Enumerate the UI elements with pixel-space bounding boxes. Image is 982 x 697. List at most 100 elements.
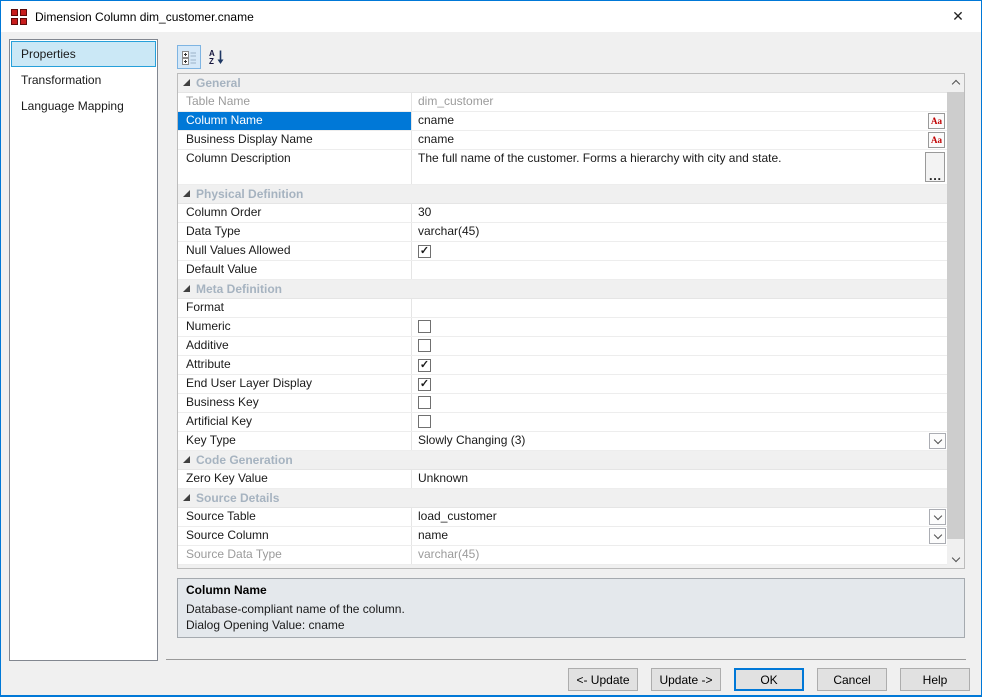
property-label: Numeric: [178, 318, 412, 336]
checkbox-end-user-layer-display[interactable]: ✓: [418, 378, 431, 391]
chevron-down-icon: [951, 554, 959, 562]
sidebar-item-transformation[interactable]: Transformation: [11, 67, 156, 93]
chevron-up-icon: [951, 80, 959, 88]
close-icon[interactable]: ✕: [935, 1, 981, 32]
property-value[interactable]: name: [412, 527, 947, 545]
property-row-column-order[interactable]: Column Order30: [178, 204, 947, 223]
grid-toolbar: A Z: [177, 45, 229, 69]
ok-button[interactable]: OK: [734, 668, 804, 691]
section-header-general[interactable]: General: [178, 74, 947, 93]
dropdown-button-key-type[interactable]: [929, 433, 946, 449]
property-row-column-name[interactable]: Column NamecnameAa: [178, 112, 947, 131]
property-value[interactable]: varchar(45): [412, 546, 947, 564]
update-next-button[interactable]: Update ->: [651, 668, 721, 691]
property-label: Column Name: [178, 112, 412, 130]
property-value: [412, 318, 947, 336]
property-label: Source Column: [178, 527, 412, 545]
property-row-end-user-layer-display[interactable]: End User Layer Display✓: [178, 375, 947, 394]
help-line: Database-compliant name of the column.: [186, 601, 956, 617]
property-grid: General Table Namedim_customerColumn Name…: [177, 73, 965, 569]
property-value-text: cname: [418, 132, 454, 146]
property-value: ✓: [412, 375, 947, 393]
property-value-text: The full name of the customer. Forms a h…: [418, 151, 782, 165]
checkbox-null-values-allowed[interactable]: ✓: [418, 245, 431, 258]
property-row-null-values-allowed[interactable]: Null Values Allowed✓: [178, 242, 947, 261]
property-value-text: Unknown: [418, 471, 468, 485]
property-row-source-table[interactable]: Source Tableload_customer: [178, 508, 947, 527]
property-label: Attribute: [178, 356, 412, 374]
cancel-button[interactable]: Cancel: [817, 668, 887, 691]
case-sensitivity-button[interactable]: Aa: [928, 132, 945, 148]
scroll-down-button[interactable]: [947, 551, 964, 568]
update-previous-button[interactable]: <- Update: [568, 668, 638, 691]
checkbox-numeric[interactable]: [418, 320, 431, 333]
app-icon: [11, 9, 27, 25]
property-value[interactable]: 30: [412, 204, 947, 222]
section-header-source-details[interactable]: Source Details: [178, 489, 947, 508]
property-value[interactable]: cnameAa: [412, 112, 947, 130]
property-value[interactable]: dim_customer: [412, 93, 947, 111]
help-button[interactable]: Help: [900, 668, 970, 691]
property-value[interactable]: cname Aa: [412, 131, 947, 149]
property-value-text: Slowly Changing (3): [418, 433, 525, 447]
property-row-artificial-key[interactable]: Artificial Key: [178, 413, 947, 432]
dimension-column-dialog: Dimension Column dim_customer.cname ✕ Pr…: [0, 0, 982, 697]
property-row-numeric[interactable]: Numeric: [178, 318, 947, 337]
case-sensitivity-button[interactable]: Aa: [928, 113, 945, 129]
checkbox-business-key[interactable]: [418, 396, 431, 409]
chevron-down-icon: [933, 530, 941, 538]
checkbox-additive[interactable]: [418, 339, 431, 352]
sidebar-tab-list: PropertiesTransformationLanguage Mapping: [9, 39, 158, 661]
checkbox-artificial-key[interactable]: [418, 415, 431, 428]
checkbox-attribute[interactable]: ✓: [418, 359, 431, 372]
section-title: Code Generation: [196, 453, 293, 467]
property-row-data-type[interactable]: Data Typevarchar(45): [178, 223, 947, 242]
property-row-source-column[interactable]: Source Columnname: [178, 527, 947, 546]
property-row-source-data-type[interactable]: Source Data Typevarchar(45): [178, 546, 947, 565]
property-row-column-description[interactable]: Column DescriptionThe full name of the c…: [178, 150, 947, 185]
property-label: Format: [178, 299, 412, 317]
categorized-icon: [182, 50, 197, 65]
property-value[interactable]: The full name of the customer. Forms a h…: [412, 150, 947, 184]
section-header-code-generation[interactable]: Code Generation: [178, 451, 947, 470]
footer-separator: [166, 659, 966, 660]
property-row-default-value[interactable]: Default Value: [178, 261, 947, 280]
scroll-up-button[interactable]: [947, 74, 964, 91]
property-value[interactable]: varchar(45): [412, 223, 947, 241]
ellipsis-button[interactable]: …: [925, 152, 945, 182]
property-label: Default Value: [178, 261, 412, 279]
property-value[interactable]: Unknown: [412, 470, 947, 488]
categorized-view-button[interactable]: [177, 45, 201, 69]
section-header-meta-definition[interactable]: Meta Definition: [178, 280, 947, 299]
dropdown-button-source-column[interactable]: [929, 528, 946, 544]
property-value-text: varchar(45): [418, 224, 479, 238]
property-value[interactable]: load_customer: [412, 508, 947, 526]
property-row-attribute[interactable]: Attribute ✓: [178, 356, 947, 375]
property-value: [412, 413, 947, 431]
property-row-zero-key-value[interactable]: Zero Key ValueUnknown: [178, 470, 947, 489]
expander-icon: [183, 494, 190, 501]
property-value-text: load_customer: [418, 509, 497, 523]
property-value[interactable]: [412, 261, 947, 279]
dropdown-button-source-table[interactable]: [929, 509, 946, 525]
sort-alphabetical-button[interactable]: A Z: [205, 45, 229, 69]
section-header-physical-definition[interactable]: Physical Definition: [178, 185, 947, 204]
property-value[interactable]: [412, 299, 947, 317]
section-title: General: [196, 76, 241, 90]
property-value[interactable]: Slowly Changing (3): [412, 432, 947, 450]
expander-icon: [183, 79, 190, 86]
property-row-business-key[interactable]: Business Key: [178, 394, 947, 413]
property-row-additive[interactable]: Additive: [178, 337, 947, 356]
sidebar-item-properties[interactable]: Properties: [11, 41, 156, 67]
property-value: ✓: [412, 242, 947, 260]
sidebar-item-language-mapping[interactable]: Language Mapping: [11, 93, 156, 119]
property-row-format[interactable]: Format: [178, 299, 947, 318]
grid-scrollbar[interactable]: [947, 74, 964, 568]
section-header-transformation[interactable]: Transformation: [178, 565, 947, 568]
chevron-down-icon: [933, 435, 941, 443]
property-row-business-display-name[interactable]: Business Display NamecnameAa: [178, 131, 947, 150]
property-row-table-name[interactable]: Table Namedim_customer: [178, 93, 947, 112]
property-value-text: 30: [418, 205, 431, 219]
property-row-key-type[interactable]: Key TypeSlowly Changing (3): [178, 432, 947, 451]
scrollbar-thumb[interactable]: [947, 92, 964, 539]
